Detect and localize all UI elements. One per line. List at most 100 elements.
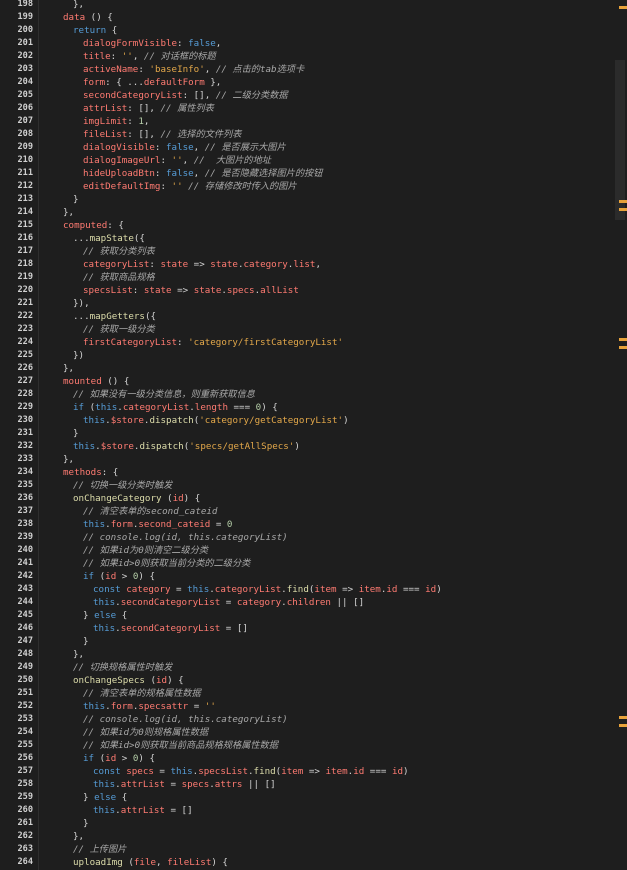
code-token: // 点击的tab选项卡 xyxy=(215,64,305,75)
code-token: // 如果没有一级分类信息，则重新获取信息 xyxy=(73,389,255,400)
code-area[interactable]: }, data () {return {dialogFormVisible: fa… xyxy=(34,0,613,870)
code-token: editDefaultImg xyxy=(83,181,161,192)
code-token: state xyxy=(143,285,172,296)
code-token: // 二级分类数据 xyxy=(215,90,288,101)
code-token: : { xyxy=(101,467,119,478)
code-line: // 获取分类列表 xyxy=(83,245,155,258)
code-line: specsList: state => state.specs.allList xyxy=(83,284,299,297)
code-token: } xyxy=(83,818,89,829)
code-token: this xyxy=(83,415,106,426)
code-editor[interactable]: 198 199 200 201 202 203 204 205 206 207 208 209 210 2… xyxy=(0,0,627,870)
code-token: id xyxy=(353,766,365,777)
line-number: 243 xyxy=(17,584,33,594)
line-number: 236 xyxy=(17,493,33,503)
code-token: , xyxy=(156,857,168,868)
line-number: 258 xyxy=(17,779,33,789)
code-token: || [] xyxy=(242,779,276,790)
scrollbar-thumb[interactable] xyxy=(615,60,625,220)
code-token: } xyxy=(83,636,89,647)
code-token: || [] xyxy=(330,597,365,608)
code-token: => xyxy=(303,766,326,777)
code-token: file xyxy=(133,857,157,868)
code-line: this.$store.dispatch('category/getCatego… xyxy=(83,414,349,427)
code-line: } else { xyxy=(83,609,127,622)
code-token: : xyxy=(127,116,139,127)
scrollbar-marker xyxy=(619,208,627,211)
code-token: => xyxy=(171,285,194,296)
code-token: onChangeCategory xyxy=(73,493,162,504)
code-token: // 对话框的标题 xyxy=(143,51,216,62)
line-number: 211 xyxy=(17,168,33,178)
line-number: 226 xyxy=(17,363,33,373)
code-token: id xyxy=(105,753,117,764)
code-token: else xyxy=(94,792,117,803)
code-token: } xyxy=(73,194,79,205)
code-token: : xyxy=(154,142,166,153)
code-token: ( xyxy=(94,753,106,764)
line-number: 221 xyxy=(17,298,33,308)
code-token: this xyxy=(93,597,116,608)
line-number-gutter: 198 199 200 201 202 203 204 205 206 207 208 209 210 2… xyxy=(0,0,34,870)
line-number: 229 xyxy=(17,402,33,412)
code-line: // 清空表单的second_cateid xyxy=(83,505,217,518)
code-token: id xyxy=(391,766,404,777)
code-token: , xyxy=(143,116,150,127)
code-line: // 切换规格属性时触发 xyxy=(73,661,172,674)
code-token: find xyxy=(253,766,276,777)
line-number: 220 xyxy=(17,285,33,295)
code-token: , xyxy=(193,168,205,179)
code-line: firstCategoryList: 'category/firstCatego… xyxy=(83,336,343,349)
code-line: }) xyxy=(73,349,84,362)
code-token: }), xyxy=(73,298,90,309)
code-token: // 是否展示大图片 xyxy=(204,142,286,153)
code-token: item xyxy=(358,584,381,595)
code-token: allList xyxy=(260,285,299,296)
line-number: 247 xyxy=(17,636,33,646)
code-line: attrList: [], // 属性列表 xyxy=(83,102,214,115)
line-number: 239 xyxy=(17,532,33,542)
line-number: 252 xyxy=(17,701,33,711)
code-line: // 如果没有一级分类信息，则重新获取信息 xyxy=(73,388,255,401)
code-token: = xyxy=(220,597,237,608)
code-token: }, xyxy=(73,649,85,660)
code-token: : [], xyxy=(182,90,216,101)
code-token: mapState xyxy=(89,233,134,244)
line-number: 198 xyxy=(17,0,33,9)
code-token: category xyxy=(243,259,288,270)
code-token: = [] xyxy=(164,805,193,816)
code-token: item xyxy=(281,766,304,777)
code-line: hideUploadBtn: false, // 是否隐藏选择图片的按钮 xyxy=(83,167,322,180)
code-token: : xyxy=(154,168,166,179)
code-token: this xyxy=(170,766,193,777)
code-token: // 如果id为0则清空二级分类 xyxy=(83,545,209,556)
code-token: // 是否隐藏选择图片的按钮 xyxy=(204,168,323,179)
code-token: hideUploadBtn xyxy=(83,168,155,179)
code-line: }, xyxy=(63,206,74,219)
code-token: fileList xyxy=(167,857,212,868)
line-number: 264 xyxy=(17,857,33,867)
code-token: > xyxy=(116,571,133,582)
code-line: this.$store.dispatch('specs/getAllSpecs'… xyxy=(73,440,300,453)
code-line: }, xyxy=(63,453,74,466)
code-token: title xyxy=(83,51,111,62)
code-token: // console.log(id, this.categoryList) xyxy=(83,532,288,543)
code-token: const xyxy=(93,766,121,777)
code-line: computed: { xyxy=(63,219,124,232)
line-number: 224 xyxy=(17,337,33,347)
code-line: dialogVisible: false, // 是否展示大图片 xyxy=(83,141,286,154)
code-token: }, xyxy=(63,454,75,465)
code-token: false xyxy=(166,168,194,179)
code-line: ...mapGetters({ xyxy=(73,310,156,323)
code-token: '' xyxy=(121,51,133,62)
code-line: // 如果id>0则获取当前商品规格规格属性数据 xyxy=(83,739,278,752)
code-line: this.secondCategoryList = [] xyxy=(93,622,248,635)
code-token: : { ... xyxy=(105,77,144,88)
code-token: 'specs/getAllSpecs' xyxy=(189,441,295,452)
code-token: defaultForm xyxy=(143,77,205,88)
code-line: } else { xyxy=(83,791,127,804)
code-line: data () { xyxy=(63,11,113,24)
line-number: 233 xyxy=(17,454,33,464)
line-number: 200 xyxy=(17,25,33,35)
code-token: form xyxy=(83,77,106,88)
code-token: ... xyxy=(73,311,90,322)
